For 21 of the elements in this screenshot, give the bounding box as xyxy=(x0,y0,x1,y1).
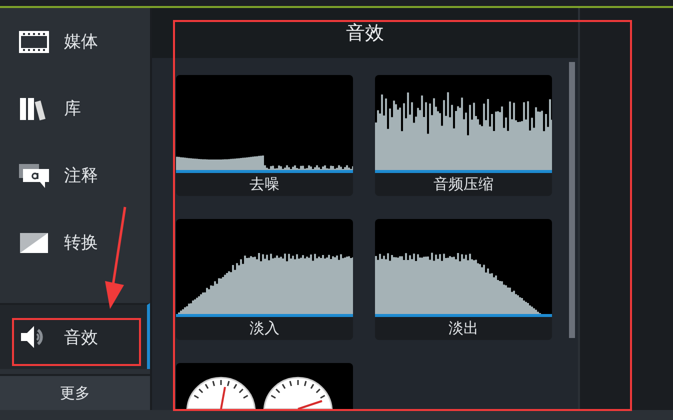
sidebar-item[interactable]: 库 xyxy=(0,75,150,142)
effect-label: 淡入 xyxy=(248,318,280,339)
sidebar-item[interactable]: 注释 xyxy=(0,142,150,209)
effect-card[interactable]: 去噪 xyxy=(176,75,353,196)
speech-bubble-icon xyxy=(18,162,50,188)
sidebar-item[interactable]: 媒体 xyxy=(0,8,150,75)
effect-label: 淡出 xyxy=(448,318,480,339)
effect-label: 音频压缩 xyxy=(432,174,494,195)
sidebar-item[interactable]: 转换 xyxy=(0,209,150,276)
scrollbar[interactable] xyxy=(569,62,575,338)
effect-card[interactable]: 淡入 xyxy=(176,219,353,340)
effect-label: 去噪 xyxy=(248,174,280,195)
gauge-drawing xyxy=(263,376,333,409)
more-button[interactable]: 更多 xyxy=(0,374,150,410)
effect-card[interactable]: 音频压缩 xyxy=(375,75,552,196)
film-icon xyxy=(19,30,49,52)
effect-card[interactable]: 淡出 xyxy=(375,219,552,340)
sidebar-item[interactable]: 音效 xyxy=(0,303,150,369)
gauge-drawing xyxy=(186,376,256,409)
transition-icon xyxy=(20,232,48,252)
panel-title: 音效 xyxy=(346,21,384,46)
